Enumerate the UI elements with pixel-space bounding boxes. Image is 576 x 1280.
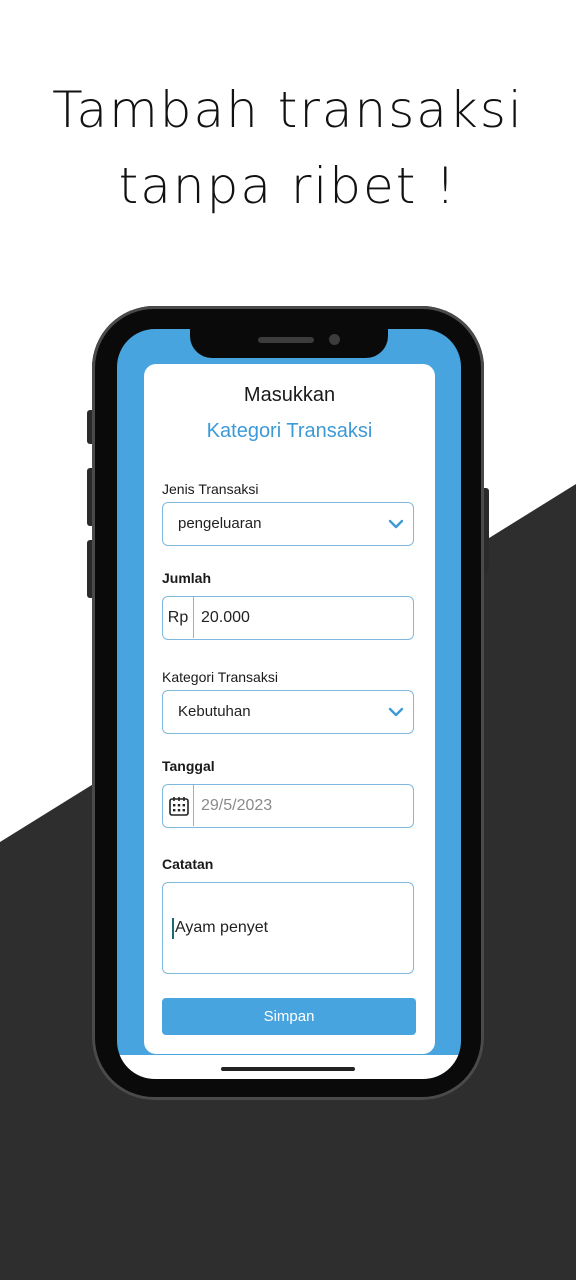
form-title: Masukkan <box>243 384 336 406</box>
jumlah-input[interactable]: Rp 20.000 <box>162 596 414 640</box>
text-caret <box>172 918 174 939</box>
kategori-transaksi-value: Kebutuhan <box>178 703 251 720</box>
jumlah-value: 20.000 <box>201 609 250 626</box>
headline-line-1: Tambah transaksi <box>52 81 524 139</box>
phone-camera <box>329 334 340 345</box>
tanggal-value: 29/5/2023 <box>201 797 273 814</box>
screen-bottom-bar <box>117 1055 461 1079</box>
calendar-icon[interactable] <box>168 795 190 817</box>
transaction-form-card: Masukkan Kategori Transaksi Jenis Transa… <box>144 364 435 1054</box>
phone-speaker <box>258 337 314 343</box>
kategori-transaksi-label: Kategori Transaksi <box>162 669 278 685</box>
jumlah-label: Jumlah <box>162 570 212 586</box>
kategori-transaksi-select[interactable]: Kebutuhan <box>162 690 414 734</box>
catatan-textarea[interactable]: Ayam penyet <box>162 882 414 974</box>
jenis-transaksi-label: Jenis Transaksi <box>162 481 259 497</box>
headline-line-2: tanpa ribet ! <box>118 157 458 215</box>
home-indicator[interactable] <box>221 1067 355 1071</box>
jenis-transaksi-select[interactable]: pengeluaran <box>162 502 414 546</box>
catatan-label: Catatan <box>162 856 214 872</box>
calendar-icon-slot <box>163 785 194 826</box>
simpan-button[interactable]: Simpan <box>162 998 416 1035</box>
currency-prefix: Rp <box>163 597 194 638</box>
promo-headline: Tambah transaksi tanpa ribet ! <box>0 72 576 224</box>
jenis-transaksi-value: pengeluaran <box>178 515 262 532</box>
catatan-value: Ayam penyet <box>175 919 269 936</box>
tanggal-input[interactable]: 29/5/2023 <box>162 784 414 828</box>
form-subtitle: Kategori Transaksi <box>206 420 373 442</box>
chevron-down-icon <box>388 707 404 717</box>
chevron-down-icon <box>388 519 404 529</box>
tanggal-label: Tanggal <box>162 758 215 774</box>
